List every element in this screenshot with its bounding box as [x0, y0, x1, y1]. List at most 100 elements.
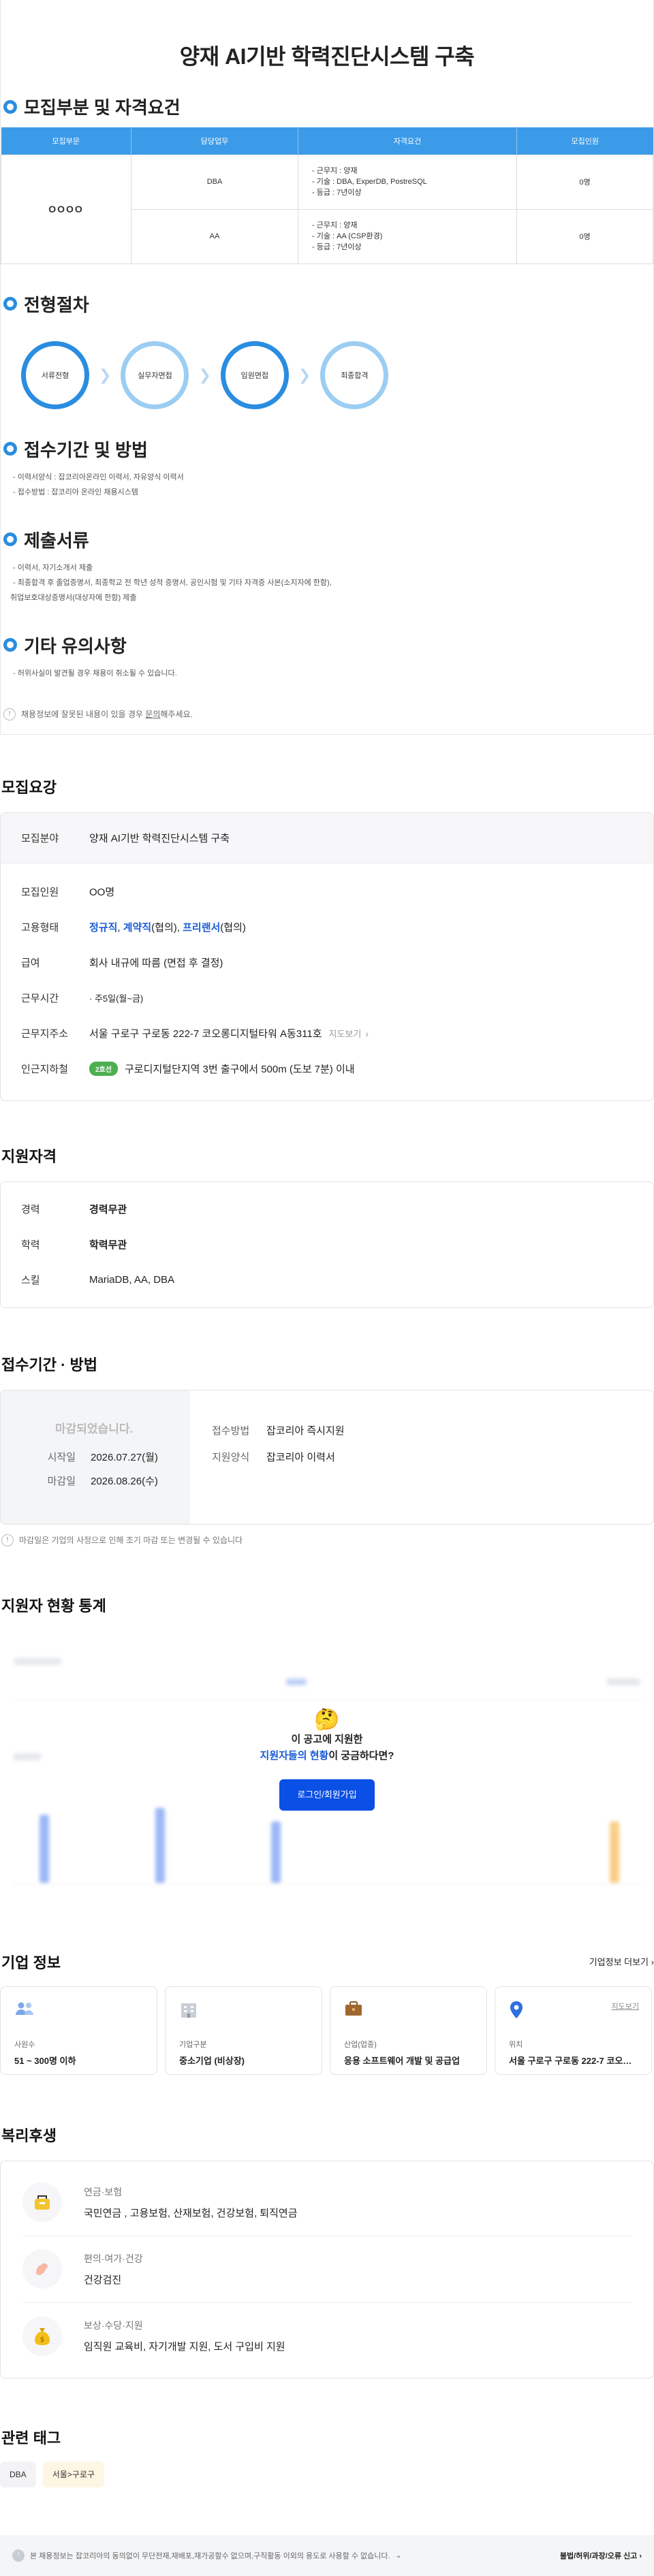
stats-section: 지원자 현황 통계 🤔 이 공고에 지원한 지원자들의 현황이 궁금하다면? 로…	[0, 1594, 654, 1910]
method-row: 접수방법 잡코리아 즉시지원	[212, 1425, 345, 1437]
etc-text: - 허위사실이 발견될 경우 채용이 취소될 수 있습니다.	[13, 669, 177, 678]
count-cell: 0명	[516, 208, 653, 264]
deadline-note: ! 마감일은 기업의 사정으로 인해 조기 마감 또는 변경될 수 있습니다	[0, 1533, 654, 1546]
closed-status: 마감되었습니다.	[55, 1422, 134, 1435]
chevron-right-icon: ›	[639, 2551, 642, 2560]
table-header: 모집인원	[516, 127, 653, 155]
info-icon: !	[3, 707, 16, 720]
table-header-row: 모집부문 담당업무 자격요건 모집인원	[1, 127, 653, 155]
section-title: 접수기간 · 방법	[1, 1356, 97, 1373]
summary-row-employment: 고용형태 정규직, 계약직(협의), 프리랜서(협의)	[21, 922, 246, 934]
login-prompt: 🤔 이 공고에 지원한 지원자들의 현황이 궁금하다면? 로그인/회원가입	[0, 1708, 654, 1811]
map-link[interactable]: 지도보기 ›	[329, 1027, 369, 1040]
ring-bullet-icon	[3, 99, 17, 114]
svg-text:$: $	[40, 2336, 44, 2344]
process-step: 실무자면접	[121, 340, 189, 409]
tags-section: 관련 태그 DBA 서울>구로구	[0, 2426, 654, 2487]
docs-section-heading: 제출서류	[1, 527, 653, 552]
stats-locked-panel: 🤔 이 공고에 지원한 지원자들의 현황이 궁금하다면? 로그인/회원가입	[0, 1631, 654, 1910]
company-more-link[interactable]: 기업정보 더보기 ›	[589, 1955, 654, 1968]
summary-card: 모집분야 양재 AI기반 학력진단시스템 구축 모집인원 OO명 고용형태 정규…	[0, 812, 654, 1101]
welfare-card: 연금·보험 국민연금 , 고용보험, 산재보험, 건강보험, 퇴직연금 편의·여…	[0, 2160, 654, 2379]
period-card: 마감되었습니다. 시작일 2026.07.27(월) 마감일 2026.08.2…	[0, 1389, 654, 1525]
info-icon: !	[12, 2549, 25, 2562]
summary-row-salary: 급여 회사 내규에 따름 (면접 후 결정)	[21, 957, 223, 969]
map-pin-icon	[509, 2001, 528, 2020]
table-row: OOOO DBA - 근무지 : 양재 - 기술 : DBA, ExperDB,…	[1, 154, 653, 264]
tag-chip[interactable]: 서울>구로구	[42, 2461, 104, 2487]
qual-row-skill: 스킬 MariaDB, AA, DBA	[21, 1274, 175, 1286]
period-section-heading: 접수기간 및 방법	[1, 436, 653, 462]
company-card-type: 기업구분 중소기업 (비상장)	[165, 1986, 322, 2075]
section-title: 관련 태그	[1, 2429, 61, 2447]
chevron-right-icon: ❯	[99, 366, 112, 383]
company-map-link[interactable]: 지도보기	[612, 2001, 639, 2011]
form-row: 지원양식 잡코리아 이력서	[212, 1451, 335, 1463]
info-icon: !	[1, 1533, 14, 1546]
money-bag-icon: $	[22, 2316, 62, 2356]
qual-row-education: 학력 학력무관	[21, 1239, 127, 1251]
summary-row-headcount: 모집인원 OO명	[21, 887, 115, 898]
ring-bullet-icon	[3, 532, 17, 546]
period-text: - 이력서양식 : 잡코리아온라인 이력서, 자유양식 이력서 - 접수방법 :…	[13, 473, 184, 496]
section-title: 지원자 현황 통계	[1, 1597, 106, 1615]
requirement-cell: - 근무지 : 양재 - 기술 : AA (CSP환경) - 등급 : 7년이상	[298, 208, 517, 264]
summary-row-address: 근무지주소 서울 구로구 구로동 222-7 코오롱디지털타워 A동311호 지…	[21, 1027, 369, 1040]
qualification-section: 지원자격 경력 경력무관 학력 학력무관 스킬 MariaDB, AA, DBA	[0, 1145, 654, 1308]
chevron-down-icon[interactable]: ⌄	[396, 2551, 402, 2560]
recruit-poster: 양재 AI기반 학력진단시스템 구축 모집부분 및 자격요건 모집부문 담당업무…	[0, 0, 654, 735]
login-button[interactable]: 로그인/회원가입	[279, 1779, 375, 1811]
tag-list: DBA 서울>구로구	[0, 2461, 654, 2487]
count-cell: 0명	[516, 154, 653, 210]
health-icon	[22, 2249, 62, 2289]
tag-chip[interactable]: DBA	[0, 2461, 36, 2487]
summary-section: 모집요강 모집분야 양재 AI기반 학력진단시스템 구축 모집인원 OO명 고용…	[0, 776, 654, 1101]
summary-row-hours: 근무시간 · 주5일(월~금)	[21, 993, 144, 1004]
poster-title: 양재 AI기반 학력진단시스템 구축	[179, 44, 475, 69]
company-cards: 사원수 51 ~ 300명 이하 기업구분 중소기업 (비상장) 산업(업종) …	[0, 1986, 654, 2075]
process-step: 서류전형	[21, 340, 89, 409]
section-title: 모집요강	[1, 778, 57, 796]
table-header: 모집부문	[1, 127, 131, 155]
end-date-row: 마감일 2026.08.26(수)	[47, 1475, 158, 1487]
report-notice: ! 채용정보에 잘못된 내용이 있을 경우 문의해주세요.	[1, 681, 653, 720]
company-card-location: 지도보기 위치 서울 구로구 구로동 222-7 코오롱디지털타워	[495, 1986, 652, 2075]
ring-bullet-icon	[3, 297, 17, 311]
chevron-right-icon: ❯	[298, 366, 311, 383]
report-button[interactable]: 불법/허위/과장/오류 신고 ›	[560, 2550, 642, 2561]
duty-cell: DBA	[131, 154, 298, 210]
ring-bullet-icon	[3, 442, 17, 456]
building-icon	[179, 2001, 198, 2020]
process-section-heading: 전형절차	[1, 291, 653, 317]
welfare-section: 복리후생 연금·보험 국민연금 , 고용보험, 산재보험, 건강보험, 퇴직연금…	[0, 2124, 654, 2379]
thinking-face-icon: 🤔	[314, 1708, 340, 1731]
field-cell: OOOO	[1, 154, 131, 264]
qual-row-career: 경력 경력무관	[21, 1204, 127, 1215]
table-header: 자격요건	[298, 127, 517, 155]
chevron-right-icon: ❯	[198, 366, 211, 383]
requirement-cell: - 근무지 : 양재 - 기술 : DBA, ExperDB, PostreSQ…	[298, 154, 517, 210]
welfare-item: 편의·여가·건강 건강검진	[22, 2236, 632, 2303]
qualification-card: 경력 경력무관 학력 학력무관 스킬 MariaDB, AA, DBA	[0, 1181, 654, 1308]
period-methods: 접수방법 잡코리아 즉시지원 지원양식 잡코리아 이력서	[190, 1390, 345, 1524]
section-title: 지원자격	[1, 1147, 57, 1165]
summary-row-subway: 인근지하철 2호선 구로디지털단지역 3번 출구에서 500m (도보 7분) …	[1, 1051, 653, 1087]
welfare-item: 연금·보험 국민연금 , 고용보험, 산재보험, 건강보험, 퇴직연금	[22, 2169, 632, 2236]
duty-cell: AA	[131, 208, 298, 264]
footer-notice-bar: ! 본 채용정보는 잡코리아의 동의없이 무단전재,재배포,재가공할수 없으며,…	[0, 2534, 654, 2576]
section-title: 기업 정보	[1, 1954, 61, 1971]
company-card-employees: 사원수 51 ~ 300명 이하	[0, 1986, 157, 2075]
chevron-right-icon: ›	[365, 1028, 369, 1039]
report-link[interactable]: 문의	[145, 710, 160, 719]
job-posting-page: 양재 AI기반 학력진단시스템 구축 모집부분 및 자격요건 모집부문 담당업무…	[0, 0, 654, 2576]
etc-section-heading: 기타 유의사항	[1, 633, 653, 658]
start-date-row: 시작일 2026.07.27(월)	[47, 1451, 158, 1463]
briefcase-icon	[344, 2001, 363, 2020]
company-card-industry: 산업(업종) 응용 소프트웨어 개발 및 공급업	[330, 1986, 487, 2075]
company-section: 기업 정보 기업정보 더보기 › 사원수 51 ~ 300명 이하 기업구분 중…	[0, 1951, 654, 2075]
period-section: 접수기간 · 방법 마감되었습니다. 시작일 2026.07.27(월) 마감일…	[0, 1353, 654, 1546]
period-dates: 마감되었습니다. 시작일 2026.07.27(월) 마감일 2026.08.2…	[1, 1390, 190, 1524]
pension-icon	[22, 2182, 62, 2222]
ring-bullet-icon	[3, 638, 17, 652]
subway-line-badge: 2호선	[89, 1062, 118, 1076]
